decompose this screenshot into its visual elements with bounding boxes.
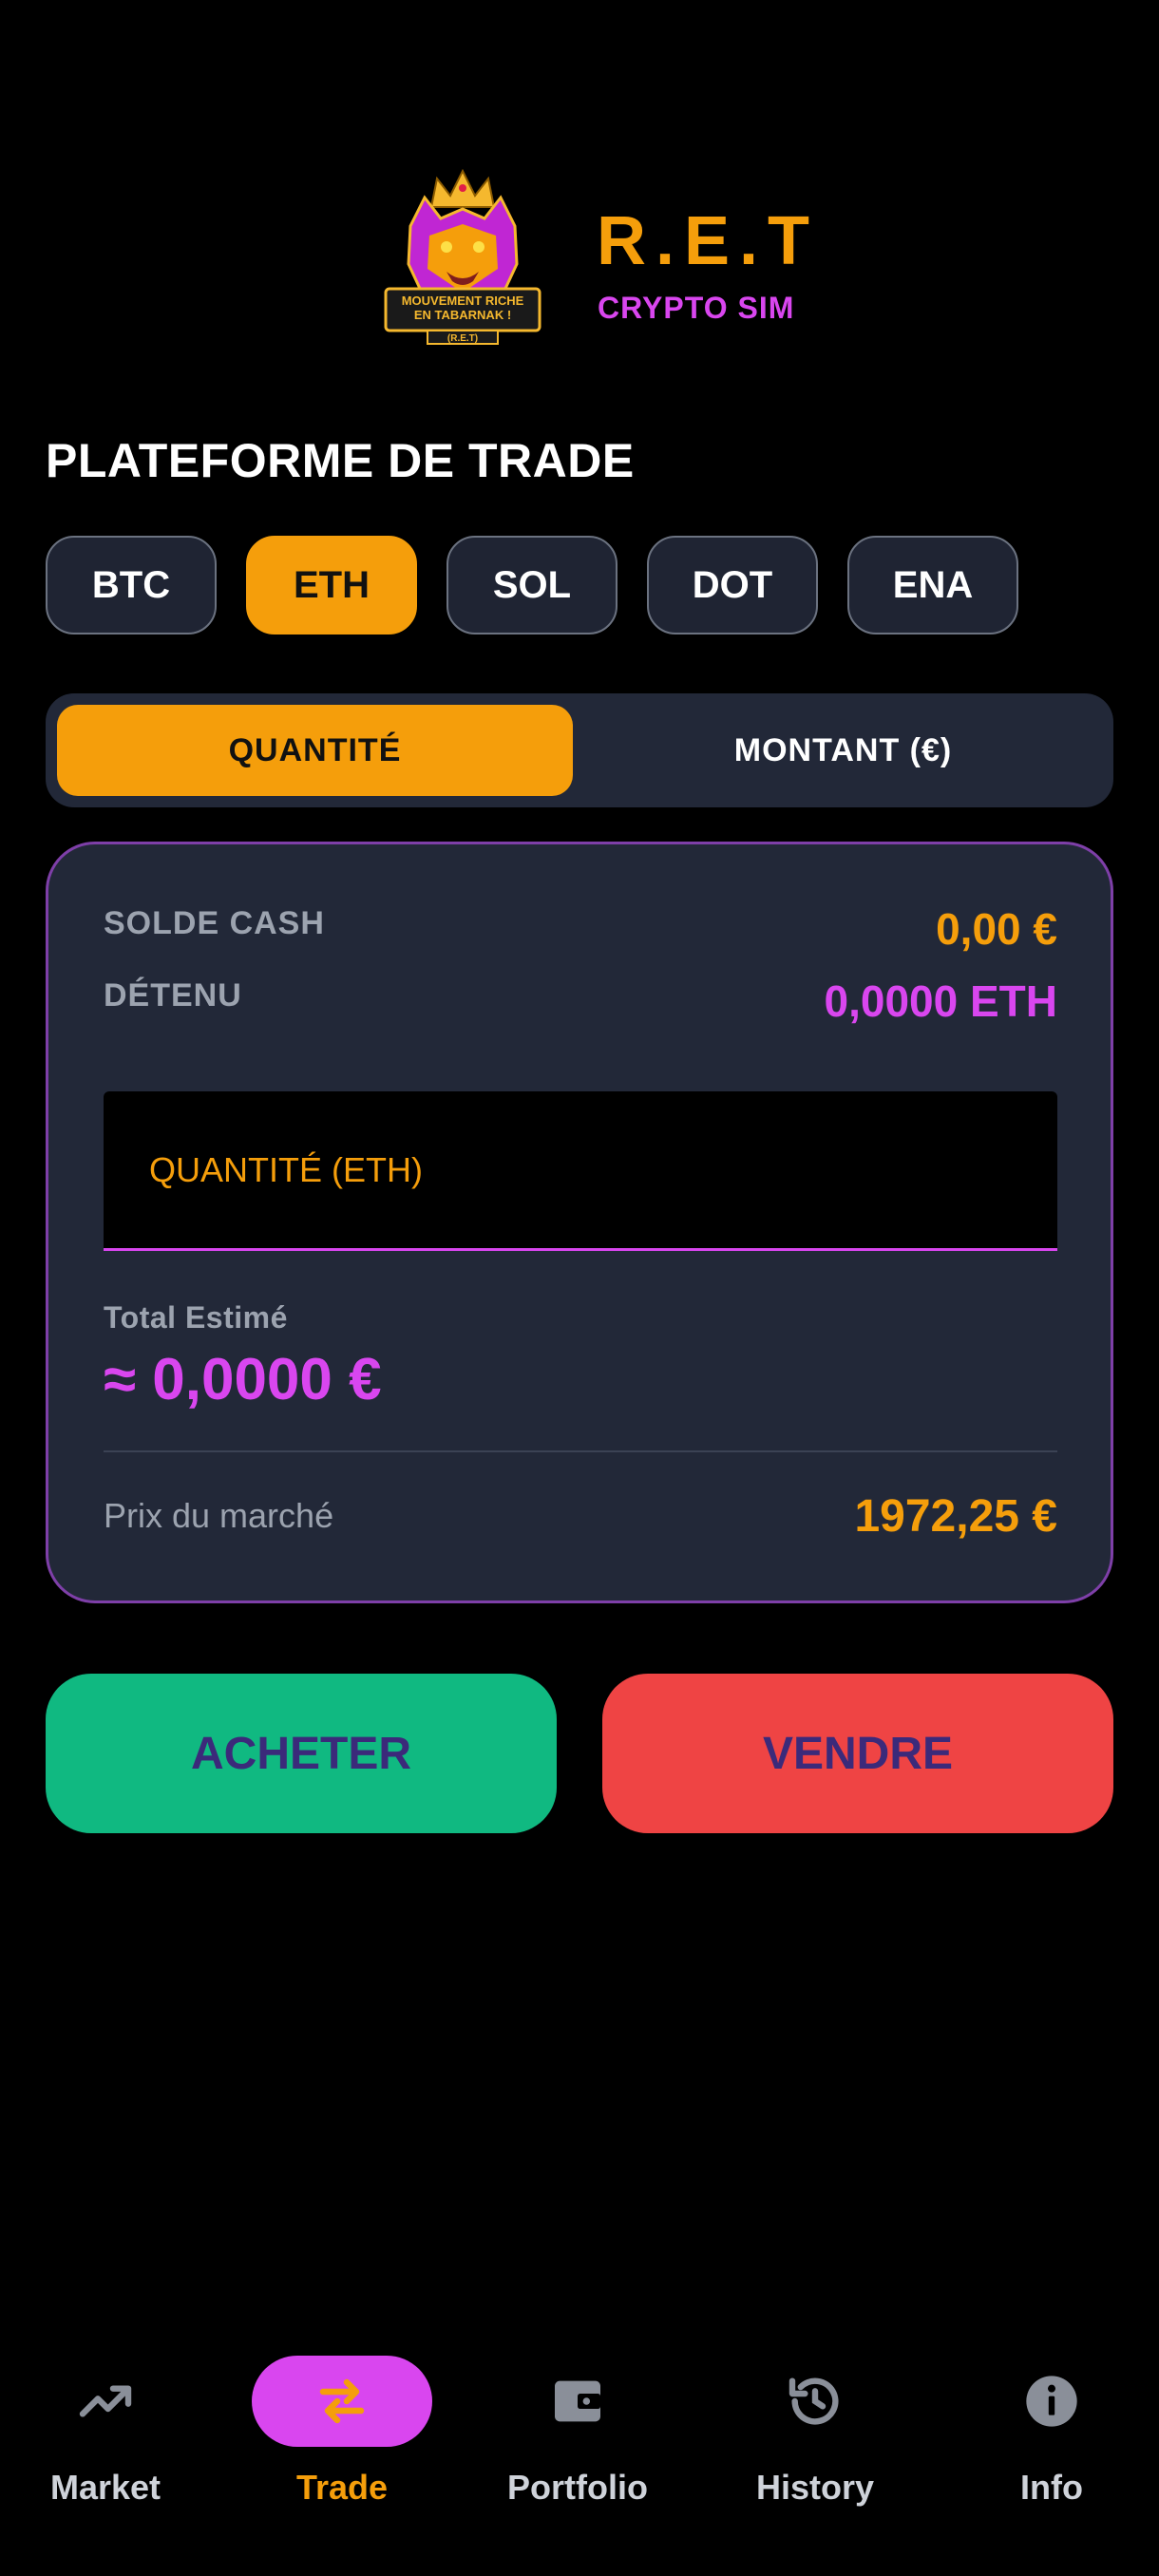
page-title: PLATEFORME DE TRADE [46, 434, 635, 487]
coin-dot-button[interactable]: DOT [647, 536, 818, 635]
nav-trade[interactable]: Trade [238, 2356, 446, 2546]
brand-title: R.E.T [597, 203, 820, 279]
info-icon [961, 2356, 1142, 2447]
wolf-logo: MOUVEMENT RICHE EN TABARNAK ! (R.E.T) [384, 169, 542, 345]
wallet-icon [487, 2356, 668, 2447]
held-label: DÉTENU [104, 977, 242, 1013]
trending-up-icon [15, 2356, 196, 2447]
nav-info[interactable]: Info [947, 2356, 1156, 2546]
nav-portfolio[interactable]: Portfolio [473, 2356, 682, 2546]
card-divider [104, 1450, 1057, 1452]
mode-quantity-tab[interactable]: QUANTITÉ [57, 705, 573, 796]
nav-history[interactable]: History [711, 2356, 920, 2546]
order-mode-toggle: QUANTITÉ MONTANT (€) [46, 693, 1113, 807]
market-price-label: Prix du marché [104, 1496, 334, 1535]
nav-info-label: Info [1020, 2468, 1083, 2507]
market-price-value: 1972,25 € [854, 1491, 1057, 1542]
logo-text-line-2: EN TABARNAK ! [414, 308, 511, 322]
held-value: 0,0000 ETH [824, 976, 1057, 1026]
nav-portfolio-label: Portfolio [507, 2468, 648, 2507]
nav-market-label: Market [49, 2468, 162, 2507]
buy-button[interactable]: ACHETER [46, 1674, 557, 1833]
bottom-navigation: Market Trade Portfolio History Info [0, 2346, 1159, 2576]
swap-arrows-icon [252, 2356, 432, 2447]
nav-history-label: History [755, 2468, 875, 2507]
nav-market[interactable]: Market [1, 2356, 210, 2546]
quantity-input-container [104, 1091, 1057, 1251]
brand-subtitle: CRYPTO SIM [598, 291, 795, 325]
coin-sol-button[interactable]: SOL [446, 536, 618, 635]
coin-selector: BTC ETH SOL DOT ENA [46, 536, 1018, 636]
trade-card: SOLDE CASH 0,00 € DÉTENU 0,0000 ETH Tota… [46, 842, 1113, 1603]
cash-balance-label: SOLDE CASH [104, 905, 325, 941]
cash-balance-value: 0,00 € [936, 904, 1057, 954]
app-header: MOUVEMENT RICHE EN TABARNAK ! (R.E.T) R.… [0, 161, 1159, 361]
logo-text-line-1: MOUVEMENT RICHE [402, 294, 524, 308]
history-icon [725, 2356, 905, 2447]
sell-button[interactable]: VENDRE [602, 1674, 1113, 1833]
mode-amount-tab[interactable]: MONTANT (€) [585, 705, 1101, 796]
coin-ena-button[interactable]: ENA [847, 536, 1018, 635]
coin-btc-button[interactable]: BTC [46, 536, 217, 635]
total-estimate-value: ≈ 0,0000 € [104, 1347, 382, 1412]
logo-text-line-3: (R.E.T) [447, 333, 478, 344]
quantity-input[interactable] [104, 1091, 1057, 1248]
total-estimate-label: Total Estimé [104, 1300, 288, 1335]
coin-eth-button[interactable]: ETH [246, 536, 417, 635]
nav-trade-label: Trade [295, 2468, 389, 2507]
